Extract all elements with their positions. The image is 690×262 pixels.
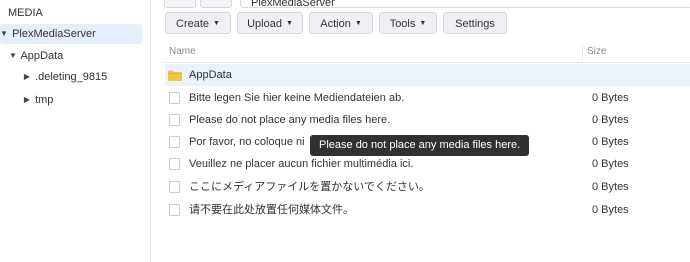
tools-button[interactable]: Tools ▼: [379, 12, 437, 34]
tree-item-tmp[interactable]: ▶ tmp: [22, 90, 53, 110]
table-row[interactable]: AppData: [165, 64, 690, 86]
file-icon: [169, 204, 180, 216]
file-icon: [169, 92, 180, 104]
tree-item-plexmediaserver[interactable]: ▼ PlexMediaServer: [0, 24, 142, 44]
create-label: Create: [176, 18, 210, 30]
folder-tree: MEDIA ▼ PlexMediaServer ▼ AppData ▶ .del…: [0, 0, 151, 262]
file-name: Please do not place any media files here…: [189, 114, 391, 126]
file-name: Bitte legen Sie hier keine Mediendateien…: [189, 92, 405, 104]
action-button[interactable]: Action ▼: [309, 12, 373, 34]
tools-label: Tools: [389, 18, 416, 30]
triangle-down-icon[interactable]: ▼: [0, 24, 9, 44]
settings-button[interactable]: Settings: [443, 12, 507, 34]
upload-button[interactable]: Upload ▼: [237, 12, 303, 34]
create-button[interactable]: Create ▼: [165, 12, 231, 34]
triangle-right-icon[interactable]: ▶: [22, 67, 32, 87]
file-size: 0 Bytes: [592, 136, 629, 148]
caret-down-icon: ▼: [285, 20, 293, 28]
file-icon: [169, 158, 180, 170]
file-size: 0 Bytes: [592, 114, 629, 126]
file-icon: [169, 181, 180, 193]
column-header-size[interactable]: Size: [587, 46, 606, 57]
table-row[interactable]: Bitte legen Sie hier keine Mediendateien…: [165, 87, 690, 109]
file-icon: [169, 136, 180, 148]
table-header: Name Size: [165, 42, 690, 63]
file-size: 0 Bytes: [592, 204, 629, 216]
tree-item-label: PlexMediaServer: [12, 28, 96, 40]
tree-item-deleting[interactable]: ▶ .deleting_9815: [22, 67, 107, 87]
triangle-right-icon[interactable]: ▶: [22, 90, 32, 110]
table-row[interactable]: 请不要在此处放置任何媒体文件。 0 Bytes: [165, 199, 690, 221]
filename-tooltip: Please do not place any media files here…: [310, 135, 530, 156]
file-name: Por favor, no coloque ni: [189, 136, 305, 148]
file-name: AppData: [189, 69, 232, 81]
file-size: 0 Bytes: [592, 158, 629, 170]
tree-item-media[interactable]: MEDIA: [8, 3, 43, 23]
table-row[interactable]: Please do not place any media files here…: [165, 109, 690, 131]
file-name: Veuillez ne placer aucun fichier multimé…: [189, 158, 414, 170]
file-name: 请不要在此处放置任何媒体文件。: [189, 204, 354, 216]
tree-item-label: .deleting_9815: [35, 71, 108, 83]
back-button[interactable]: [164, 0, 196, 8]
caret-down-icon: ▼: [419, 20, 427, 28]
table-row[interactable]: ここにメディアファイルを置かないでください。 0 Bytes: [165, 176, 690, 198]
settings-label: Settings: [455, 18, 495, 30]
triangle-down-icon[interactable]: ▼: [8, 46, 18, 66]
tree-item-label: MEDIA: [8, 7, 43, 19]
upload-label: Upload: [247, 18, 282, 30]
folder-icon: [168, 70, 182, 81]
tree-item-label: AppData: [20, 50, 64, 62]
caret-down-icon: ▼: [213, 20, 220, 28]
table-row[interactable]: Veuillez ne placer aucun fichier multimé…: [165, 153, 690, 175]
tree-item-label: tmp: [35, 94, 54, 106]
file-size: 0 Bytes: [592, 92, 629, 104]
action-label: Action: [320, 18, 351, 30]
path-field[interactable]: PlexMediaServer: [240, 0, 690, 8]
forward-button[interactable]: [200, 0, 232, 8]
file-icon: [169, 114, 180, 126]
column-divider[interactable]: [582, 44, 583, 60]
file-name: ここにメディアファイルを置かないでください。: [189, 181, 430, 193]
column-header-name[interactable]: Name: [169, 46, 196, 57]
caret-down-icon: ▼: [354, 20, 362, 28]
tree-item-appdata[interactable]: ▼ AppData: [8, 46, 63, 66]
file-size: 0 Bytes: [592, 181, 629, 193]
